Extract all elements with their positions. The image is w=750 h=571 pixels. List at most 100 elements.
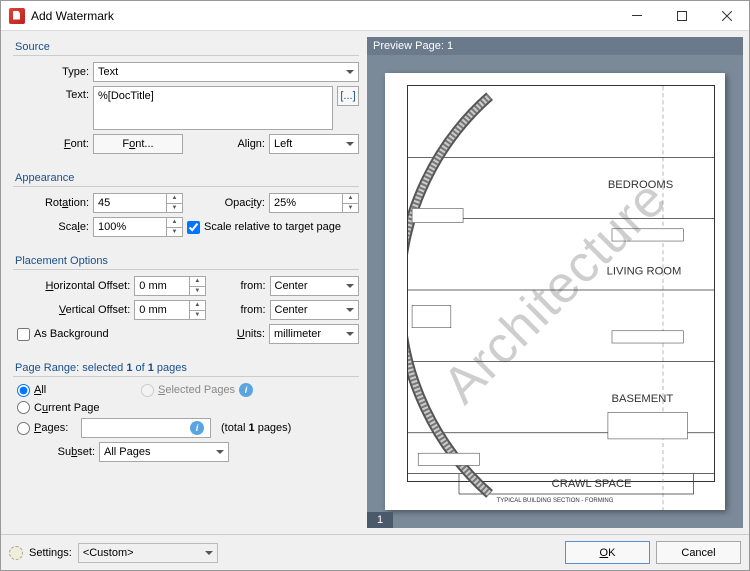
maximize-icon xyxy=(677,11,687,21)
rotation-spin[interactable]: 45 ▲▼ xyxy=(93,193,183,213)
chevron-down-icon xyxy=(346,332,354,336)
svg-text:BASEMENT: BASEMENT xyxy=(612,393,674,405)
rotation-label: Rotation: xyxy=(13,197,89,209)
h-from-value: Center xyxy=(275,280,308,292)
appearance-group: Appearance Rotation: 45 ▲▼ Opacity: 25% … xyxy=(7,168,365,247)
macro-button[interactable]: [...] xyxy=(337,86,359,106)
opacity-value: 25% xyxy=(270,197,342,209)
source-group: Source Type: Text Text: %[DocTitle] [...… xyxy=(7,37,365,164)
page-range-group: Page Range: selected 1 of 1 pages All Se… xyxy=(7,358,365,472)
spin-arrows[interactable]: ▲▼ xyxy=(342,194,358,212)
cancel-button[interactable]: Cancel xyxy=(656,541,741,564)
info-icon[interactable]: i xyxy=(239,383,253,397)
as-background-label: As Background xyxy=(34,328,109,340)
settings-value: <Custom> xyxy=(83,547,134,559)
h-from-combo[interactable]: Center xyxy=(270,276,360,296)
units-label: Units: xyxy=(231,328,265,340)
window-title: Add Watermark xyxy=(31,9,614,23)
subset-combo[interactable]: All Pages xyxy=(99,442,229,462)
range-current-input[interactable] xyxy=(17,401,30,414)
font-button[interactable]: Font... xyxy=(93,134,183,154)
range-selected-label: Selected Pages xyxy=(158,384,235,396)
preview-header: Preview Page: 1 xyxy=(367,37,743,55)
ok-label: OK xyxy=(600,547,616,559)
ok-button[interactable]: OK xyxy=(565,541,650,564)
scale-relative-label: Scale relative to target page xyxy=(204,221,341,233)
scale-spin[interactable]: 100% ▲▼ xyxy=(93,217,183,237)
minimize-icon xyxy=(632,15,642,16)
h-from-label: from: xyxy=(232,280,266,292)
preview-page: BEDROOMS LIVING ROOM BASEMENT CRAWL SPAC… xyxy=(385,73,725,510)
subset-label: Subset: xyxy=(13,446,95,458)
v-from-combo[interactable]: Center xyxy=(270,300,360,320)
add-watermark-dialog: Add Watermark Source Type: Text xyxy=(0,0,750,571)
opacity-label: Opacity: xyxy=(215,197,265,209)
align-combo[interactable]: Left xyxy=(269,134,359,154)
preview-body: BEDROOMS LIVING ROOM BASEMENT CRAWL SPAC… xyxy=(367,55,743,528)
spin-arrows[interactable]: ▲▼ xyxy=(189,277,205,295)
app-icon xyxy=(9,8,25,24)
range-all-radio[interactable]: All xyxy=(17,384,137,397)
v-from-label: from: xyxy=(232,304,266,316)
units-combo[interactable]: millimeter xyxy=(269,324,359,344)
range-current-label: Current Page xyxy=(34,402,99,414)
v-offset-spin[interactable]: 0 mm ▲▼ xyxy=(134,300,206,320)
chevron-down-icon xyxy=(346,308,354,312)
as-background-input[interactable] xyxy=(17,328,30,341)
minimize-button[interactable] xyxy=(614,1,659,31)
align-label: Align: xyxy=(225,138,265,150)
info-icon[interactable]: i xyxy=(190,421,204,435)
h-offset-spin[interactable]: 0 mm ▲▼ xyxy=(134,276,206,296)
gear-icon xyxy=(9,546,23,560)
range-pages-label: Pages: xyxy=(34,422,68,434)
opacity-spin[interactable]: 25% ▲▼ xyxy=(269,193,359,213)
chevron-down-icon xyxy=(216,450,224,454)
appearance-heading: Appearance xyxy=(13,170,359,184)
v-offset-label: Vertical Offset: xyxy=(13,304,130,316)
type-combo[interactable]: Text xyxy=(93,62,359,82)
scale-relative-checkbox[interactable]: Scale relative to target page xyxy=(187,221,341,234)
drawing-caption: TYPICAL BUILDING SECTION - FORMING xyxy=(385,498,725,504)
chevron-down-icon xyxy=(346,284,354,288)
macro-icon: [...] xyxy=(340,90,355,102)
type-value: Text xyxy=(98,66,118,78)
range-selected-input xyxy=(141,384,154,397)
rotation-value: 45 xyxy=(94,197,166,209)
source-heading: Source xyxy=(13,39,359,53)
spin-arrows[interactable]: ▲▼ xyxy=(189,301,205,319)
font-button-label: Font... xyxy=(122,138,153,150)
units-value: millimeter xyxy=(274,328,321,340)
range-all-label: All xyxy=(34,384,46,396)
range-selected-radio: Selected Pages xyxy=(141,384,235,397)
close-button[interactable] xyxy=(704,1,749,31)
range-pages-input[interactable] xyxy=(17,422,30,435)
settings-label: Settings: xyxy=(29,547,72,559)
v-from-value: Center xyxy=(275,304,308,316)
settings-combo[interactable]: <Custom> xyxy=(78,543,218,563)
text-input[interactable]: %[DocTitle] xyxy=(93,86,333,130)
pages-input[interactable]: i xyxy=(81,418,211,438)
placement-heading: Placement Options xyxy=(13,253,359,267)
spin-arrows[interactable]: ▲▼ xyxy=(166,218,182,236)
maximize-button[interactable] xyxy=(659,1,704,31)
scale-relative-input[interactable] xyxy=(187,221,200,234)
range-pages-radio[interactable]: Pages: xyxy=(17,422,77,435)
v-offset-value: 0 mm xyxy=(135,304,189,316)
cancel-label: Cancel xyxy=(681,547,715,559)
align-value: Left xyxy=(274,138,292,150)
total-pages-label: (total 1 pages) xyxy=(221,422,291,434)
preview-pane: Preview Page: 1 xyxy=(367,37,743,528)
range-all-input[interactable] xyxy=(17,384,30,397)
as-background-checkbox[interactable]: As Background xyxy=(17,328,109,341)
preview-page-number[interactable]: 1 xyxy=(367,512,393,528)
text-label: Text: xyxy=(13,86,89,101)
footer: Settings: <Custom> OK Cancel xyxy=(1,534,749,570)
range-current-radio[interactable]: Current Page xyxy=(17,401,99,414)
scale-label: Scale: xyxy=(13,221,89,233)
chevron-down-icon xyxy=(346,142,354,146)
h-offset-value: 0 mm xyxy=(135,280,189,292)
chevron-down-icon xyxy=(346,70,354,74)
spin-arrows[interactable]: ▲▼ xyxy=(166,194,182,212)
h-offset-label: Horizontal Offset: xyxy=(13,280,130,292)
svg-text:CRAWL SPACE: CRAWL SPACE xyxy=(552,478,632,490)
